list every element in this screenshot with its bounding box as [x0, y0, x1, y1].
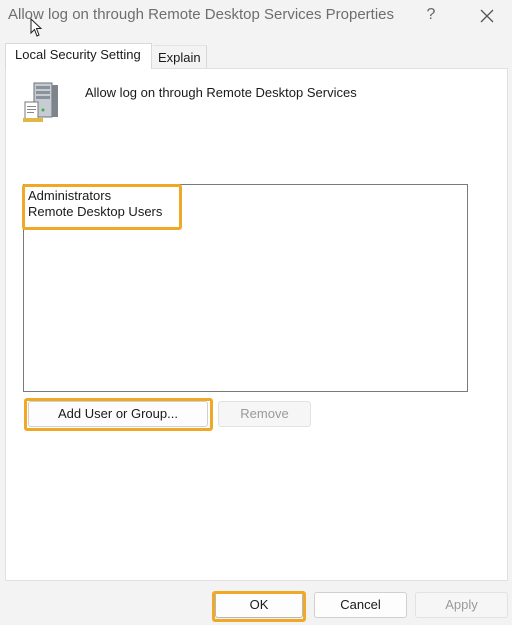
add-user-or-group-button[interactable]: Add User or Group...	[28, 401, 208, 427]
mouse-cursor-icon	[30, 18, 43, 37]
help-icon: ?	[426, 6, 436, 23]
policy-title: Allow log on through Remote Desktop Serv…	[85, 85, 357, 100]
list-item-remote-desktop-users[interactable]: Remote Desktop Users	[28, 204, 162, 219]
window-title: Allow log on through Remote Desktop Serv…	[8, 6, 395, 23]
close-button[interactable]	[474, 3, 500, 29]
remove-button[interactable]: Remove	[218, 401, 311, 427]
apply-button[interactable]: Apply	[415, 592, 508, 618]
tab-explain[interactable]: Explain	[153, 45, 207, 70]
close-icon	[480, 9, 494, 23]
server-icon	[23, 82, 58, 122]
cancel-button[interactable]: Cancel	[314, 592, 407, 618]
list-item-administrators[interactable]: Administrators	[28, 188, 111, 203]
ok-button[interactable]: OK	[215, 592, 303, 618]
help-button[interactable]: ?	[420, 4, 442, 26]
tab-local-security-setting[interactable]: Local Security Setting	[5, 43, 152, 69]
